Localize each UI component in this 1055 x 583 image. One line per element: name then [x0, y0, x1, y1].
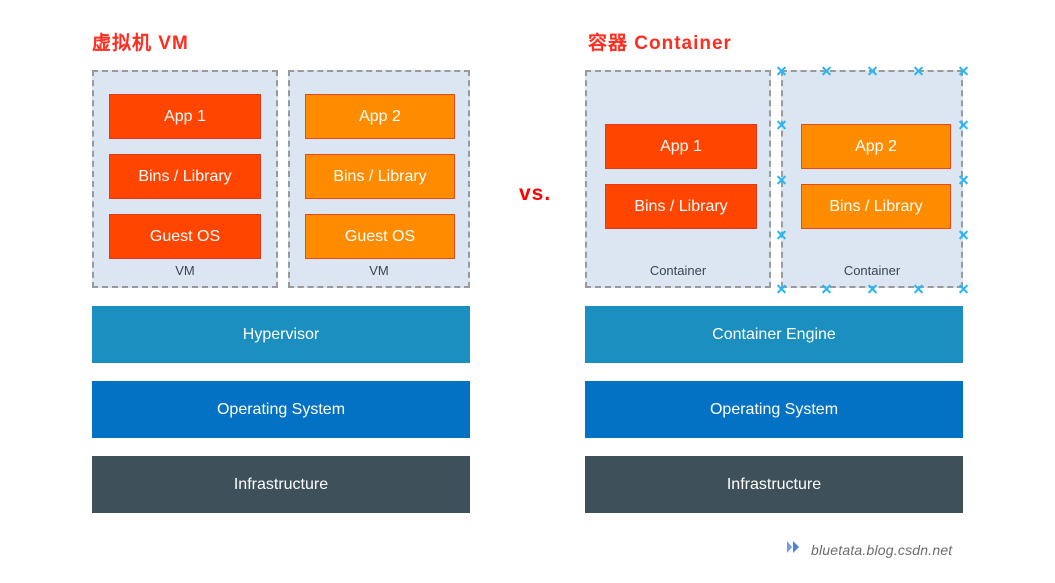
right-bar-infrastructure-label: Infrastructure: [726, 475, 822, 493]
container-group-2-label: Container: [843, 263, 901, 278]
ctr2-app-label: App 2: [855, 137, 897, 155]
ctr1-bins-label: Bins / Library: [634, 197, 728, 215]
container-group-1[interactable]: App 1 Bins / Library Container: [585, 70, 771, 288]
diagram-canvas: 虚拟机 VM 容器 Container App 1 Bins / Library…: [0, 0, 1055, 583]
ctr1-app-box[interactable]: App 1: [605, 124, 757, 169]
left-bar-infrastructure[interactable]: Infrastructure: [92, 456, 470, 513]
container-group-2[interactable]: App 2 Bins / Library Container: [781, 70, 963, 288]
right-bar-container-engine-label: Container Engine: [712, 325, 836, 343]
vm2-app-label: App 2: [359, 107, 401, 125]
left-bar-infrastructure-label: Infrastructure: [233, 475, 329, 493]
watermark: bluetata.blog.csdn.net: [786, 540, 952, 559]
ctr1-app-label: App 1: [660, 137, 702, 155]
right-bar-infrastructure[interactable]: Infrastructure: [585, 456, 963, 513]
vm-group-2-label: VM: [369, 263, 389, 278]
ctr2-bins-label: Bins / Library: [829, 197, 923, 215]
ctr2-bins-box[interactable]: Bins / Library: [801, 184, 951, 229]
right-bar-operating-system-label: Operating System: [709, 400, 839, 418]
vm1-app-label: App 1: [164, 107, 206, 125]
vm-group-1-label: VM: [175, 263, 195, 278]
vm1-app-box[interactable]: App 1: [109, 94, 261, 139]
left-bar-operating-system-label: Operating System: [216, 400, 346, 418]
left-bar-operating-system[interactable]: Operating System: [92, 381, 470, 438]
watermark-text: bluetata.blog.csdn.net: [811, 541, 953, 558]
vm2-bins-label: Bins / Library: [333, 167, 427, 185]
left-bar-hypervisor-label: Hypervisor: [242, 325, 320, 343]
ctr1-bins-box[interactable]: Bins / Library: [605, 184, 757, 229]
vm2-app-box[interactable]: App 2: [305, 94, 455, 139]
vm1-guestos-box[interactable]: Guest OS: [109, 214, 261, 259]
right-bar-container-engine[interactable]: Container Engine: [585, 306, 963, 363]
left-bar-hypervisor[interactable]: Hypervisor: [92, 306, 470, 363]
vm-group-1[interactable]: App 1 Bins / Library Guest OS VM: [92, 70, 278, 288]
ctr2-app-box[interactable]: App 2: [801, 124, 951, 169]
vm2-bins-box[interactable]: Bins / Library: [305, 154, 455, 199]
vm2-guestos-label: Guest OS: [344, 227, 416, 245]
double-chevron-right-icon: [786, 540, 804, 559]
vm-group-2[interactable]: App 2 Bins / Library Guest OS VM: [288, 70, 470, 288]
vm-section-title: 虚拟机 VM: [92, 33, 189, 54]
right-bar-operating-system[interactable]: Operating System: [585, 381, 963, 438]
versus-label: vs.: [519, 182, 552, 205]
container-group-1-label: Container: [649, 263, 707, 278]
container-section-title: 容器 Container: [588, 33, 732, 54]
vm1-bins-box[interactable]: Bins / Library: [109, 154, 261, 199]
vm2-guestos-box[interactable]: Guest OS: [305, 214, 455, 259]
vm1-guestos-label: Guest OS: [149, 227, 221, 245]
vm1-bins-label: Bins / Library: [138, 167, 232, 185]
